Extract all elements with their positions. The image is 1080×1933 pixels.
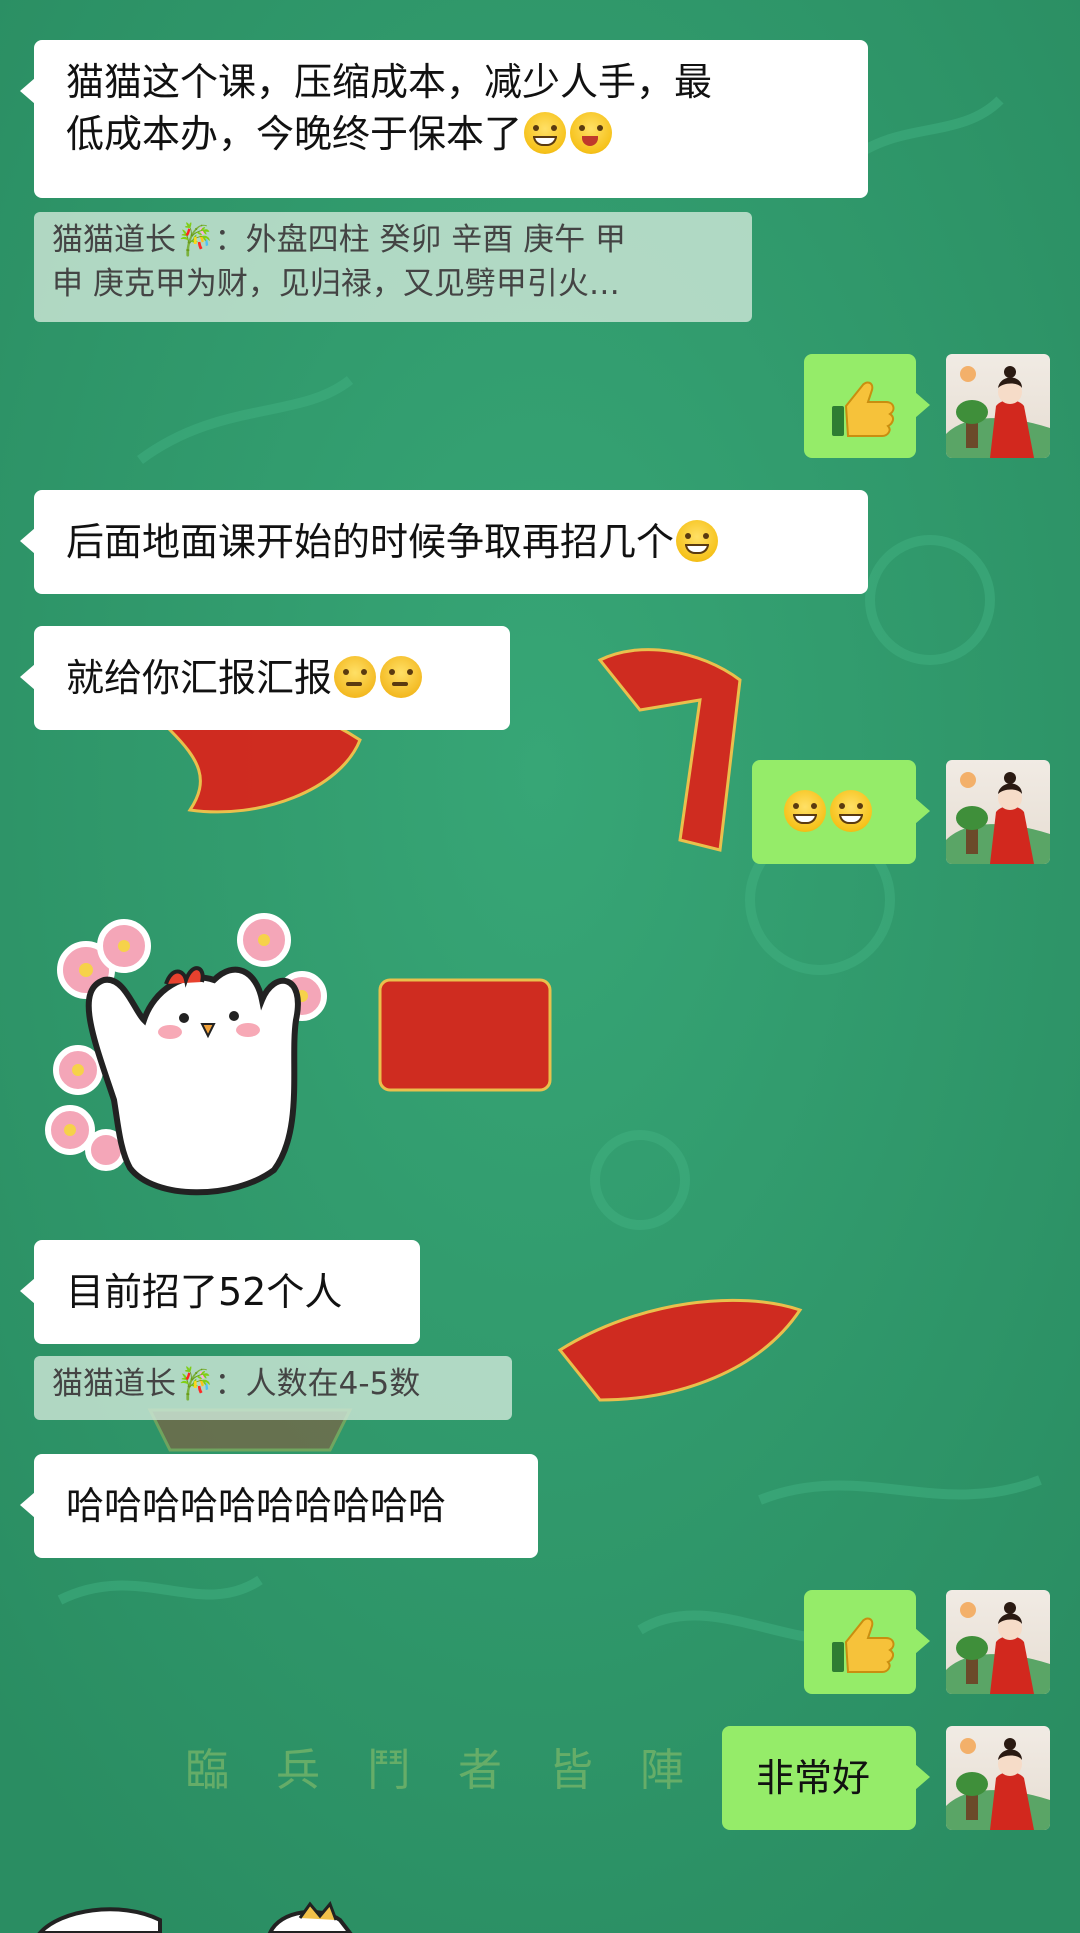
grinning-face-icon — [784, 790, 826, 832]
message-text: 猫猫这个课，压缩成本，减少人手，最 — [66, 60, 713, 104]
message-text-line2: 低成本办，今晚终于保本了 — [66, 108, 836, 160]
winking-face-icon — [570, 112, 613, 154]
message-bubble[interactable]: 目前招了52个人 — [20, 1240, 420, 1344]
message-bubble-sent[interactable] — [804, 1590, 930, 1694]
message-bubble[interactable]: 后面地面课开始的时候争取再招几个 — [20, 490, 868, 594]
quoted-reply[interactable]: 猫猫道长🎋：外盘四柱 癸卯 辛酉 庚午 甲 申 庚克甲为财，见归禄，又见劈甲引火… — [34, 212, 752, 322]
avatar[interactable] — [946, 760, 1050, 864]
message-text: 目前招了52个人 — [66, 1270, 343, 1314]
quoted-reply[interactable]: 猫猫道长🎋：人数在4-5数 — [34, 1356, 512, 1420]
avatar-image — [946, 1602, 1050, 1694]
grinning-face-icon — [524, 112, 567, 154]
message-text: 非常好 — [756, 1756, 871, 1800]
message-text: 就给你汇报汇报 — [66, 656, 333, 700]
avatar[interactable] — [946, 1726, 1050, 1830]
quote-text-line2: 申 庚克甲为财，见归禄，又见劈甲引火… — [52, 266, 620, 302]
message-text: 后面地面课开始的时候争取再招几个 — [66, 520, 675, 564]
message-text: 哈哈哈哈哈哈哈哈哈哈 — [66, 1484, 447, 1528]
grinning-face-icon — [830, 790, 872, 832]
message-bubble[interactable]: 哈哈哈哈哈哈哈哈哈哈 — [20, 1454, 538, 1558]
message-bubble-sent[interactable] — [804, 354, 930, 458]
avatar-image — [946, 772, 1050, 864]
chicken-sticker[interactable] — [34, 900, 354, 1210]
avatar[interactable] — [946, 1590, 1050, 1694]
avatar[interactable] — [946, 354, 1050, 458]
shy-face-icon — [380, 656, 423, 698]
grinning-face-icon — [676, 520, 719, 562]
shy-face-icon — [334, 656, 377, 698]
thumbs-up-icon — [832, 381, 895, 437]
quote-text: 猫猫道长🎋：外盘四柱 癸卯 辛酉 庚午 甲 — [52, 222, 627, 258]
partial-sticker[interactable] — [20, 1900, 420, 1933]
message-bubble-sent[interactable]: 非常好 — [722, 1726, 930, 1830]
avatar-image — [946, 366, 1050, 458]
message-bubble-sent[interactable] — [752, 760, 930, 864]
message-bubble[interactable]: 猫猫这个课，压缩成本，减少人手，最 低成本办，今晚终于保本了 — [20, 40, 868, 198]
avatar-image — [946, 1738, 1050, 1830]
message-bubble[interactable]: 就给你汇报汇报 — [20, 626, 510, 730]
quote-text: 猫猫道长🎋：人数在4-5数 — [52, 1366, 421, 1402]
thumbs-up-icon — [832, 1617, 895, 1673]
